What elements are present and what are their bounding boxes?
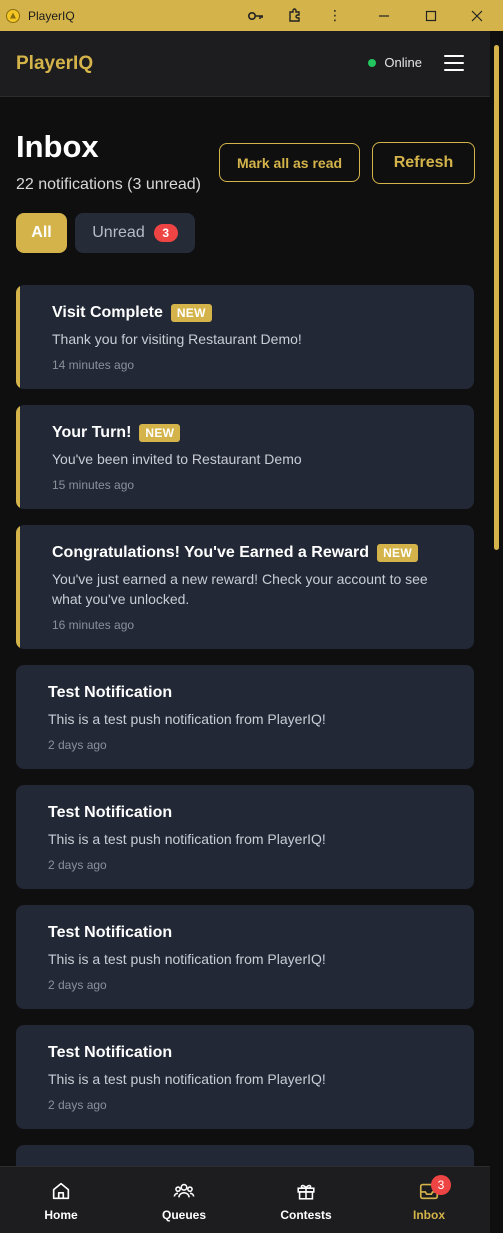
inbox-badge: 3: [431, 1175, 451, 1195]
notification-time: 16 minutes ago: [52, 618, 135, 632]
nav-contests[interactable]: Contests: [275, 1167, 337, 1233]
window-title: PlayerIQ: [28, 8, 75, 23]
notification-card[interactable]: Test Notification This is a test push no…: [16, 1025, 474, 1129]
app-logo-icon: [6, 8, 20, 23]
notification-body: Thank you for visiting Restaurant Demo!: [52, 331, 302, 347]
maximize-icon[interactable]: [415, 0, 447, 31]
scrollbar-thumb[interactable]: [494, 45, 499, 550]
notification-title: Test Notification: [48, 924, 173, 941]
nav-home[interactable]: Home: [30, 1167, 92, 1233]
bottom-navigation: Home Queues Contests 3 Inbox: [0, 1166, 490, 1233]
notification-card[interactable]: Congratulations! You've Earned a Reward …: [16, 525, 474, 649]
notification-title: Test Notification: [48, 804, 173, 821]
unread-count-badge: 3: [153, 224, 178, 242]
gift-icon: [297, 1184, 315, 1200]
online-dot-icon: [368, 58, 377, 67]
hamburger-menu-icon[interactable]: [444, 55, 464, 71]
notification-time: 2 days ago: [48, 738, 107, 752]
notification-title: Congratulations! You've Earned a Reward …: [52, 544, 418, 562]
extensions-icon[interactable]: [279, 0, 311, 31]
nav-home-label: Home: [44, 1207, 78, 1222]
page-title: Inbox: [16, 129, 99, 164]
brand-title: PlayerIQ: [16, 52, 94, 74]
notification-time: 2 days ago: [48, 858, 107, 872]
nav-inbox[interactable]: 3 Inbox: [398, 1167, 460, 1233]
filter-all-label: All: [31, 224, 52, 241]
notification-title-text: Your Turn!: [52, 424, 132, 441]
notification-body: This is a test push notification from Pl…: [48, 831, 326, 847]
notification-title-text: Visit Complete: [52, 304, 163, 321]
notification-title: Test Notification: [48, 684, 173, 701]
filter-unread-tab[interactable]: Unread 3: [75, 213, 195, 253]
notification-card[interactable]: Test Notification This is a test push no…: [16, 665, 474, 769]
filter-all-tab[interactable]: All: [16, 213, 67, 253]
home-icon: [52, 1182, 70, 1199]
scrollbar[interactable]: [490, 31, 503, 1233]
notification-body: This is a test push notification from Pl…: [48, 711, 326, 727]
notification-title: Test Notification: [48, 1044, 173, 1061]
key-icon[interactable]: [240, 0, 272, 31]
connection-status: Online: [368, 55, 422, 70]
nav-queues[interactable]: Queues: [153, 1167, 215, 1233]
status-label: Online: [384, 55, 422, 70]
window-titlebar: PlayerIQ ⋮: [0, 0, 503, 31]
app-header: PlayerIQ Online: [0, 31, 490, 97]
notification-card[interactable]: Test Notification This is a test push no…: [16, 905, 474, 1009]
notification-body: This is a test push notification from Pl…: [48, 1071, 326, 1087]
notification-title: Visit Complete NEW: [52, 304, 212, 322]
refresh-button[interactable]: Refresh: [372, 142, 475, 184]
notification-time: 2 days ago: [48, 978, 107, 992]
nav-queues-label: Queues: [161, 1207, 206, 1222]
filter-unread-label: Unread: [92, 224, 145, 241]
nav-inbox-label: Inbox: [413, 1207, 445, 1222]
close-icon[interactable]: [461, 0, 493, 31]
notification-time: 15 minutes ago: [52, 478, 135, 492]
notification-card[interactable]: Your Turn! NEW You've been invited to Re…: [16, 405, 474, 509]
notification-title: Your Turn! NEW: [52, 424, 181, 442]
notification-body: You've been invited to Restaurant Demo: [52, 451, 302, 467]
new-badge: NEW: [170, 304, 212, 322]
notification-body: This is a test push notification from Pl…: [48, 951, 326, 967]
notification-body: You've just earned a new reward! Check y…: [52, 571, 428, 607]
notification-card[interactable]: Visit Complete NEW Thank you for visitin…: [16, 285, 474, 389]
minimize-icon[interactable]: [368, 0, 400, 31]
notification-title-text: Congratulations! You've Earned a Reward: [52, 544, 370, 561]
people-icon: [173, 1183, 195, 1197]
more-options-icon[interactable]: ⋮: [319, 0, 351, 31]
new-badge: NEW: [377, 544, 418, 562]
notification-card[interactable]: Test Notification This is a test push no…: [16, 785, 474, 889]
mark-all-read-button[interactable]: Mark all as read: [219, 143, 360, 182]
nav-contests-label: Contests: [280, 1207, 332, 1222]
new-badge: NEW: [139, 424, 181, 442]
notification-time: 14 minutes ago: [52, 358, 135, 372]
notification-time: 2 days ago: [48, 1098, 107, 1112]
notification-count: 22 notifications (3 unread): [16, 176, 201, 193]
